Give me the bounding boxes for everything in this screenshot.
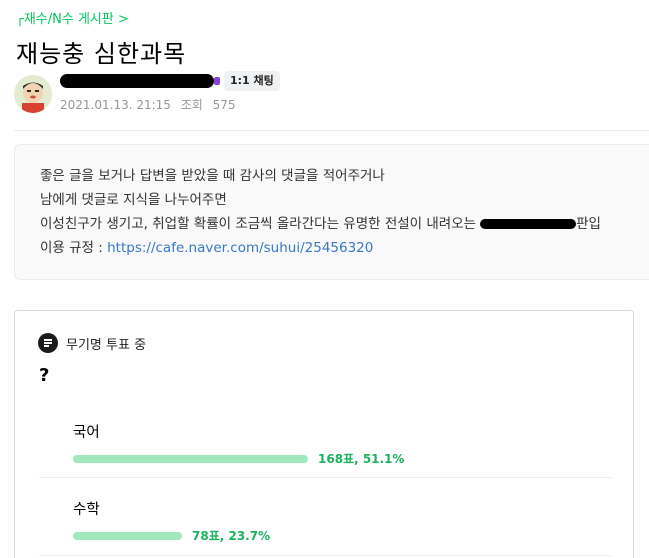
member-level-icon: [214, 77, 220, 85]
vote-option-label: 국어: [73, 425, 100, 441]
notice-box: 좋은 글을 보거나 답변을 받았을 때 감사의 댓글을 적어주거나 남에게 댓글…: [14, 144, 649, 280]
vote-option-label: 수학: [73, 502, 100, 518]
vote-option-bar: [73, 531, 182, 540]
vote-option-bar: [73, 454, 308, 463]
author-name-redacted[interactable]: [60, 74, 220, 88]
rules-label: 이용 규정 :: [40, 240, 103, 256]
option-divider: [39, 477, 611, 478]
redacted-text: [480, 219, 577, 229]
header-divider: [14, 130, 649, 131]
notice-line-3-text: 이성친구가 생기고, 취업할 확률이 조금씩 올라간다는 유명한 전설이 내려오…: [40, 216, 477, 232]
notice-line-3: 이성친구가 생기고, 취업할 확률이 조금씩 올라간다는 유명한 전설이 내려오…: [40, 212, 649, 236]
views-label: 조회: [180, 98, 203, 112]
breadcrumb[interactable]: ┌재수/N수 게시판 >: [16, 8, 129, 27]
avatar[interactable]: [14, 75, 52, 113]
vote-option-bar-row: 168표, 51.1%: [73, 450, 619, 467]
vote-option-result: 78표, 23.7%: [192, 529, 271, 543]
rules-link[interactable]: https://cafe.naver.com/suhui/25456320: [107, 240, 373, 256]
vote-icon: [38, 333, 58, 353]
notice-line-1: 좋은 글을 보거나 답변을 받았을 때 감사의 댓글을 적어주거나: [40, 168, 385, 184]
notice-line-3-tail: 판입: [576, 216, 601, 232]
vote-card: 무기명 투표 중 ? 국어 168표, 51.1% 수학 78표, 23.7%: [14, 310, 634, 558]
author-section: 1:1 채팅 2021.01.13. 21:15 조회 575: [14, 71, 360, 114]
post-date: 2021.01.13. 21:15: [60, 98, 171, 112]
vote-status-label: 무기명 투표 중: [66, 337, 147, 353]
chat-button[interactable]: 1:1 채팅: [224, 71, 280, 91]
vote-option[interactable]: 수학 78표, 23.7%: [73, 498, 619, 544]
vote-option[interactable]: 국어 168표, 51.1%: [73, 421, 619, 467]
avatar-image: [14, 75, 52, 113]
post-meta: 2021.01.13. 21:15 조회 575: [60, 96, 236, 113]
option-divider: [39, 555, 611, 556]
author-info: 1:1 채팅 2021.01.13. 21:15 조회 575: [60, 71, 360, 114]
vote-option-result: 168표, 51.1%: [318, 452, 405, 466]
notice-line-2: 남에게 댓글로 지식을 나누어주면: [40, 192, 227, 208]
vote-header: 무기명 투표 중: [38, 333, 146, 353]
vote-question: ?: [39, 365, 50, 386]
page-title: 재능충 심한과목: [16, 40, 187, 68]
views-count: 575: [212, 98, 236, 112]
notice-rules: 이용 규정 : https://cafe.naver.com/suhui/254…: [40, 236, 649, 260]
vote-option-bar-row: 78표, 23.7%: [73, 527, 619, 544]
